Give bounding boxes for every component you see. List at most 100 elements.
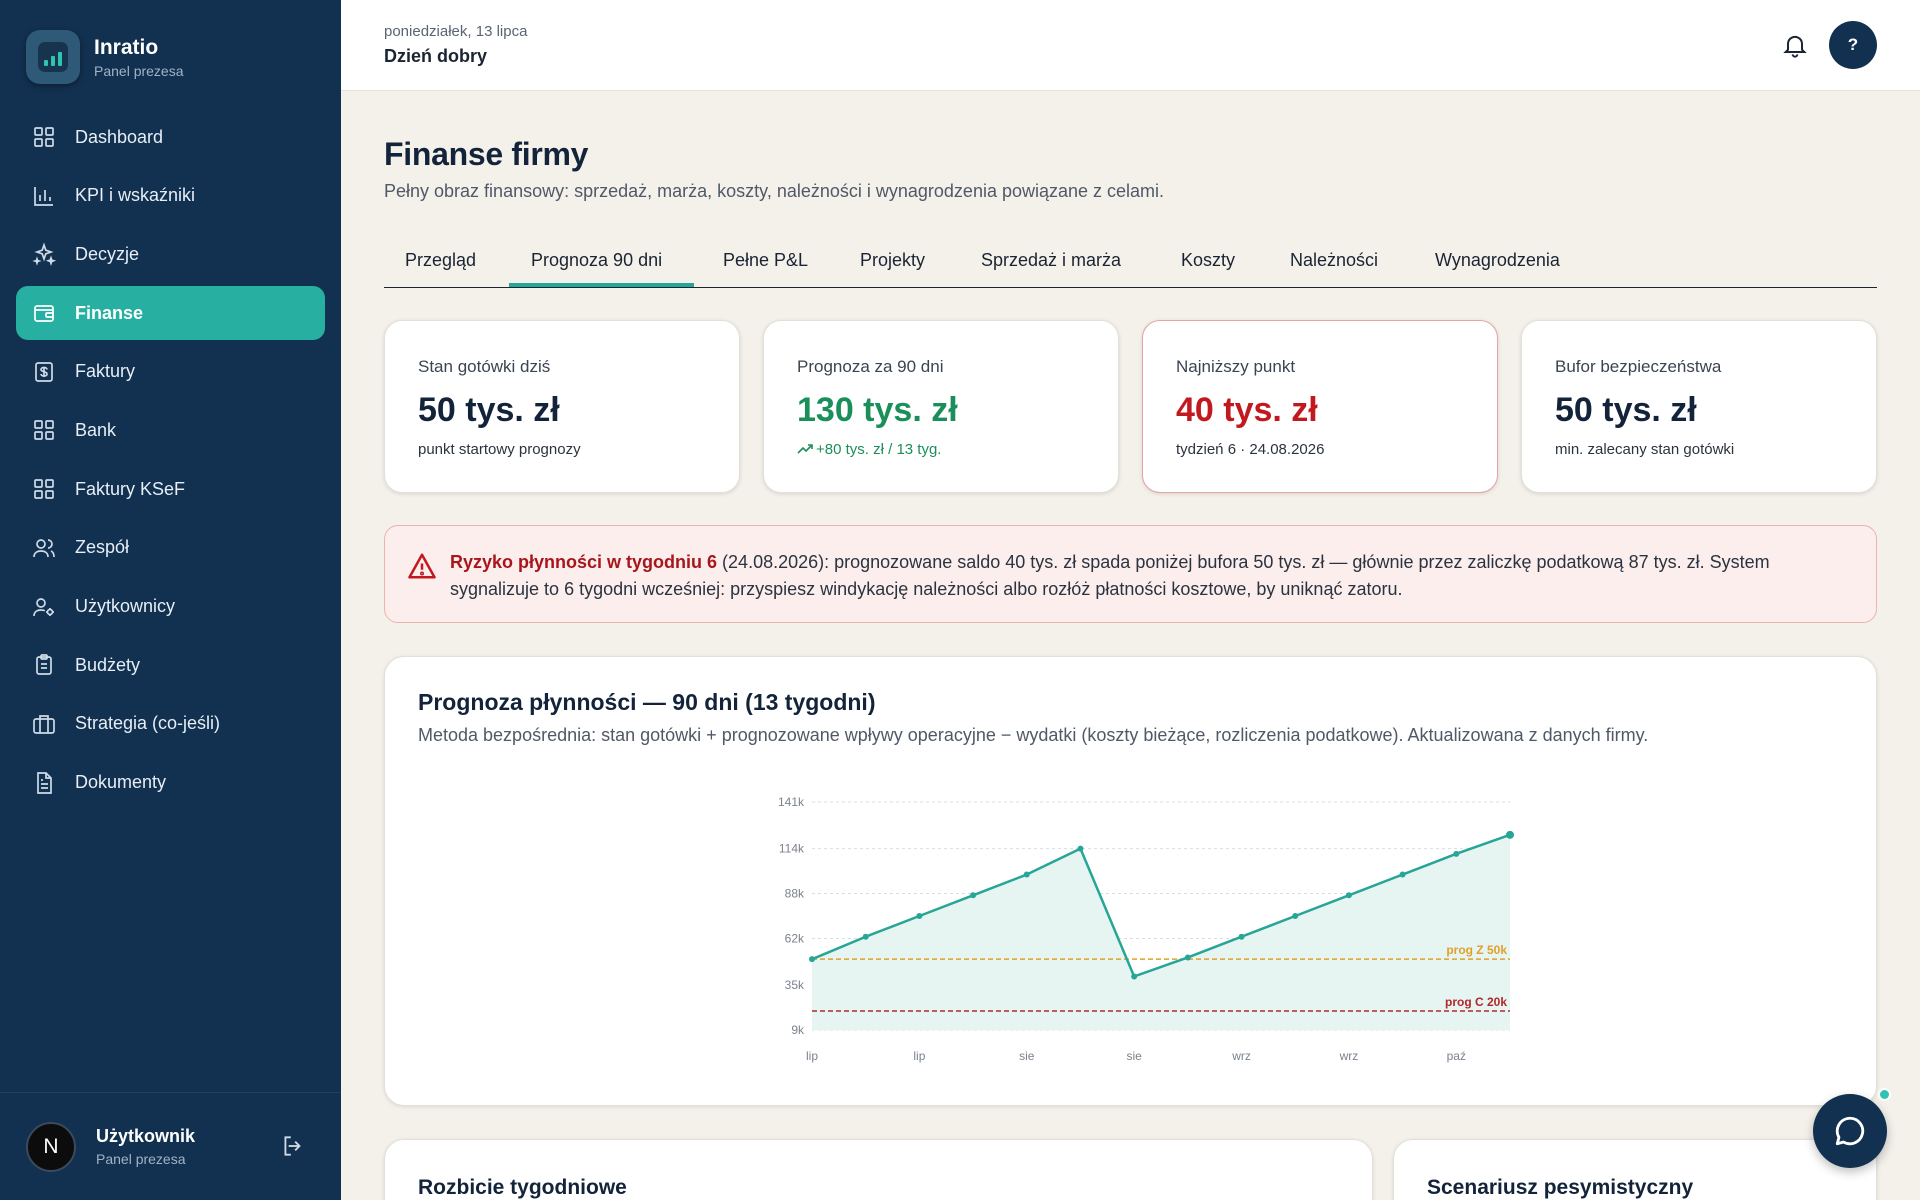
kpi-card-cash-today: Stan gotówki dziś 50 tys. zł punkt start…	[384, 320, 740, 493]
user-name: Użytkownik	[96, 1126, 196, 1146]
data-point	[1131, 973, 1138, 980]
x-tick-label: lip	[913, 1049, 925, 1063]
sidebar-item-label: Dokumenty	[75, 772, 167, 793]
data-point	[1345, 892, 1352, 899]
kpi-label: Bufor bezpieczeństwa	[1555, 357, 1722, 376]
grid-icon	[32, 418, 56, 442]
user-profile[interactable]: N Użytkownik Panel prezesa	[0, 1092, 341, 1200]
sidebar-item-label: Finanse	[75, 302, 144, 323]
brand-name: Inratio	[94, 35, 159, 59]
y-tick-label: 35k	[785, 978, 805, 992]
data-point	[1453, 850, 1460, 857]
x-tick-label: wrz	[1339, 1049, 1359, 1063]
bell-icon[interactable]	[1781, 31, 1809, 59]
logout-icon[interactable]	[280, 1133, 306, 1159]
chat-button[interactable]	[1813, 1094, 1887, 1168]
sidebar-item-uzytkownicy[interactable]: Użytkownicy	[16, 580, 325, 634]
card-title: Rozbicie tygodniowe	[418, 1176, 627, 1199]
data-point	[916, 913, 923, 919]
sidebar-item-label: Bank	[75, 419, 117, 440]
tab-koszty[interactable]: Koszty	[1181, 250, 1235, 271]
kpi-note: punkt startowy prognozy	[418, 441, 581, 458]
greeting: Dzień dobry	[384, 46, 488, 66]
grid-icon	[32, 477, 56, 501]
trend-up-icon	[797, 444, 813, 454]
data-point	[1292, 913, 1299, 919]
sidebar-item-budzety[interactable]: Budżety	[16, 638, 325, 692]
sidebar-item-label: Strategia (co-jeśli)	[75, 713, 221, 734]
data-point	[1077, 845, 1084, 852]
tab-naleznosci[interactable]: Należności	[1290, 250, 1378, 271]
current-date: poniedziałek, 13 lipca	[384, 23, 528, 40]
x-tick-label: paź	[1447, 1049, 1466, 1063]
wallet-icon	[32, 301, 56, 325]
sidebar-item-faktury[interactable]: Faktury	[16, 345, 325, 399]
sidebar-item-label: Budżety	[75, 654, 141, 675]
pessimistic-scenario-card: Scenariusz pesymistyczny	[1393, 1139, 1877, 1200]
data-point	[1238, 933, 1245, 940]
active-tab-indicator	[509, 283, 694, 287]
page-title: Finanse firmy	[384, 136, 589, 172]
y-tick-label: 9k	[791, 1023, 805, 1037]
sidebar-item-kpi[interactable]: KPI i wskaźniki	[16, 169, 325, 223]
sidebar-item-label: Zespół	[75, 537, 130, 558]
brand-logo-icon	[26, 30, 80, 84]
sidebar-item-decyzje[interactable]: Decyzje	[16, 227, 325, 281]
sidebar-item-finanse[interactable]: Finanse	[16, 286, 325, 341]
kpi-note: tydzień 6 · 24.08.2026	[1176, 441, 1325, 458]
kpi-card-forecast-90: Prognoza za 90 dni 130 tys. zł +80 tys. …	[763, 320, 1119, 493]
sidebar-item-dashboard[interactable]: Dashboard	[16, 110, 325, 164]
data-point	[970, 892, 977, 899]
tab-bar: Przegląd Prognoza 90 dni Pełne P&L Proje…	[384, 243, 1877, 288]
sidebar-item-zespol[interactable]: Zespół	[16, 521, 325, 575]
y-tick-label: 141k	[778, 795, 805, 809]
kpi-value: 50 tys. zł	[418, 391, 560, 429]
sidebar-item-faktury-ksef[interactable]: Faktury KSeF	[16, 462, 325, 516]
threshold-label: prog C 20k	[1445, 995, 1507, 1009]
tab-wynagrodzenia[interactable]: Wynagrodzenia	[1435, 250, 1560, 271]
y-tick-label: 114k	[779, 842, 805, 856]
sidebar-item-bank[interactable]: Bank	[16, 403, 325, 457]
help-button[interactable]: ?	[1829, 21, 1877, 69]
invoice-icon	[32, 360, 56, 384]
users-icon	[32, 536, 56, 560]
kpi-value: 50 tys. zł	[1555, 391, 1697, 429]
sidebar-item-label: Decyzje	[75, 243, 140, 264]
sidebar-item-dokumenty[interactable]: Dokumenty	[16, 756, 325, 810]
kpi-value: 130 tys. zł	[797, 391, 958, 429]
tab-pelne-pl[interactable]: Pełne P&L	[723, 250, 808, 271]
tab-prognoza-90-dni[interactable]: Prognoza 90 dni	[531, 250, 662, 271]
liquidity-risk-alert: Ryzyko płynności w tygodniu 6 (24.08.202…	[384, 525, 1877, 623]
data-point	[809, 956, 815, 963]
briefcase-icon	[32, 712, 56, 736]
top-bar: poniedziałek, 13 lipca Dzień dobry ?	[341, 0, 1920, 91]
x-tick-label: sie	[1126, 1049, 1142, 1063]
kpi-label: Prognoza za 90 dni	[797, 357, 944, 376]
tab-sprzedaz-i-marza[interactable]: Sprzedaż i marża	[981, 250, 1121, 271]
sidebar-item-label: Dashboard	[75, 126, 164, 147]
kpi-card-lowest-point: Najniższy punkt 40 tys. zł tydzień 6 · 2…	[1142, 320, 1498, 493]
data-point	[1506, 830, 1514, 839]
data-point	[1399, 871, 1406, 878]
grid-icon	[32, 125, 56, 149]
sidebar-item-label: KPI i wskaźniki	[75, 185, 196, 206]
bar-chart-icon	[32, 184, 56, 208]
data-point	[1023, 871, 1030, 878]
document-icon	[32, 771, 56, 795]
sidebar-item-label: Użytkownicy	[75, 596, 176, 616]
chat-notification-dot	[1878, 1088, 1891, 1101]
x-tick-label: lip	[806, 1049, 818, 1063]
user-role: Panel prezesa	[96, 1151, 186, 1167]
weekly-breakdown-card: Rozbicie tygodniowe	[384, 1139, 1373, 1200]
card-title: Scenariusz pesymistyczny	[1427, 1176, 1694, 1199]
kpi-card-safety-buffer: Bufor bezpieczeństwa 50 tys. zł min. zal…	[1521, 320, 1877, 493]
sidebar-item-strategia[interactable]: Strategia (co-jeśli)	[16, 697, 325, 751]
chat-bubble-icon	[1835, 1116, 1865, 1146]
kpi-note: min. zalecany stan gotówki	[1555, 441, 1735, 458]
tab-przeglad[interactable]: Przegląd	[405, 250, 476, 271]
kpi-note: +80 tys. zł / 13 tyg.	[797, 441, 941, 458]
x-tick-label: wrz	[1231, 1049, 1251, 1063]
page-subtitle: Pełny obraz finansowy: sprzedaż, marża, …	[384, 181, 1165, 201]
tab-projekty[interactable]: Projekty	[860, 250, 925, 271]
brand[interactable]: Inratio Panel prezesa	[26, 30, 184, 84]
